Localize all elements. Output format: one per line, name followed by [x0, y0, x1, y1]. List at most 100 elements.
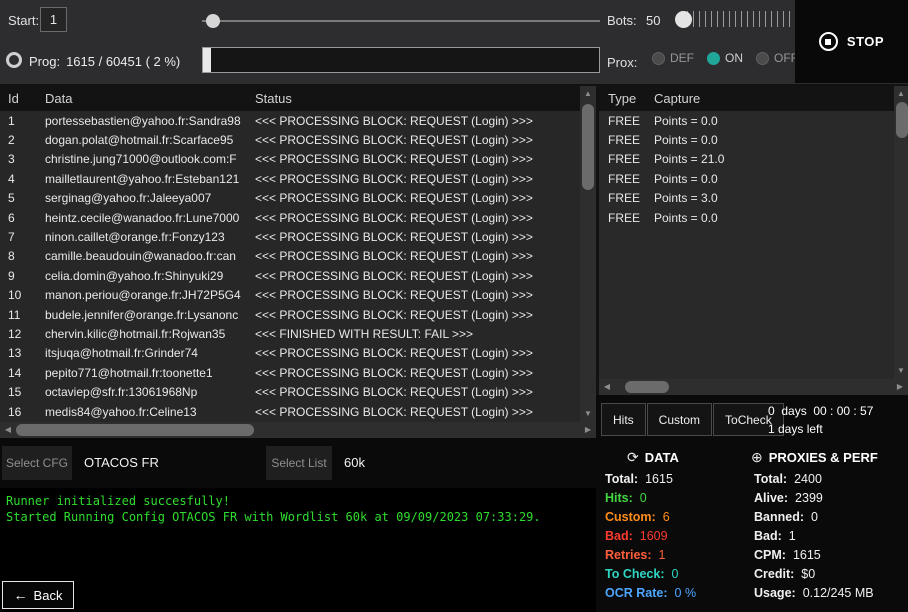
stop-button[interactable]: STOP [819, 32, 884, 51]
row-id: 8 [0, 249, 45, 263]
capture-row[interactable]: FREEPoints = 0.0 [599, 111, 894, 130]
scroll-right-icon[interactable]: ▶ [581, 422, 595, 438]
stat-value: 2399 [795, 489, 823, 508]
table-row[interactable]: 10manon.periou@orange.fr:JH72P5G4<<< PRO… [0, 286, 580, 305]
select-list-button[interactable]: Select List [266, 446, 332, 480]
table-row[interactable]: 7ninon.caillet@orange.fr:Fonzy123<<< PRO… [0, 227, 580, 246]
stat-label: Hits: [605, 489, 633, 508]
row-id: 5 [0, 191, 45, 205]
row-status: <<< PROCESSING BLOCK: REQUEST (Login) >>… [255, 114, 580, 128]
start-slider[interactable] [202, 12, 600, 30]
row-id: 10 [0, 288, 45, 302]
table-row[interactable]: 15octaviep@sfr.fr:13061968Np<<< PROCESSI… [0, 382, 580, 401]
stop-icon-square [825, 39, 831, 45]
start-input[interactable] [40, 7, 67, 32]
scrollbar-thumb[interactable] [896, 102, 908, 138]
progress-value: 1615 / 60451 ( 2 %) [66, 54, 180, 69]
capture-row[interactable]: FREEPoints = 0.0 [599, 130, 894, 149]
capture-row[interactable]: FREEPoints = 21.0 [599, 150, 894, 169]
capture-row[interactable]: FREEPoints = 0.0 [599, 208, 894, 227]
scroll-left-icon[interactable]: ◀ [600, 379, 614, 395]
back-button[interactable]: ← Back [2, 581, 74, 609]
scroll-down-icon[interactable]: ▼ [580, 407, 596, 421]
stat-row: Hits:0 [605, 489, 696, 508]
table-row[interactable]: 4mailletlaurent@yahoo.fr:Esteban121<<< P… [0, 169, 580, 188]
row-data: octaviep@sfr.fr:13061968Np [45, 385, 255, 399]
stop-panel: STOP [795, 0, 908, 83]
capture-vertical-scrollbar[interactable]: ▲ ▼ [894, 86, 908, 379]
column-header-status: Status [255, 91, 596, 106]
stat-label: Total: [605, 470, 638, 489]
console-body: Runner initialized succesfully!Started R… [6, 493, 590, 525]
table-row[interactable]: 5serginag@yahoo.fr:Jaleeya007<<< PROCESS… [0, 189, 580, 208]
row-data: dogan.polat@hotmail.fr:Scarface95 [45, 133, 255, 147]
tab-hits[interactable]: Hits [601, 403, 646, 436]
refresh-icon: ⟳ [627, 449, 639, 466]
row-status: <<< PROCESSING BLOCK: REQUEST (Login) >>… [255, 191, 580, 205]
back-button-label: Back [34, 588, 63, 603]
bots-slider-thumb[interactable] [675, 11, 692, 28]
scrollbar-thumb[interactable] [582, 104, 594, 190]
tab-custom[interactable]: Custom [647, 403, 712, 436]
stat-label: OCR Rate: [605, 584, 668, 603]
scrollbar-thumb[interactable] [625, 381, 669, 393]
stat-row: Banned:0 [754, 508, 874, 527]
stat-row: Bad:1609 [605, 527, 696, 546]
scroll-down-icon[interactable]: ▼ [894, 364, 908, 378]
table-row[interactable]: 1portessebastien@yahoo.fr:Sandra98<<< PR… [0, 111, 580, 130]
proxy-stats-header: ⊕ PROXIES & PERF [751, 449, 878, 466]
row-status: <<< PROCESSING BLOCK: REQUEST (Login) >>… [255, 308, 580, 322]
row-data: budele.jennifer@orange.fr:Lysanonc [45, 308, 255, 322]
stat-row: Retries:1 [605, 546, 696, 565]
stat-row: OCR Rate: 0 % [605, 584, 696, 603]
table-row[interactable]: 12chervin.kilic@hotmail.fr:Rojwan35<<< F… [0, 324, 580, 343]
row-data: medis84@yahoo.fr:Celine13 [45, 405, 255, 419]
row-data: pepito771@hotmail.fr:toonette1 [45, 366, 255, 380]
row-id: 16 [0, 405, 45, 419]
stat-label: CPM: [754, 546, 786, 565]
start-slider-track [202, 20, 600, 22]
row-type: FREE [599, 114, 646, 128]
stat-value: 0 % [675, 584, 697, 603]
table-row[interactable]: 2dogan.polat@hotmail.fr:Scarface95<<< PR… [0, 130, 580, 149]
results-vertical-scrollbar[interactable]: ▲ ▼ [580, 86, 596, 422]
table-row[interactable]: 13itsjuqa@hotmail.fr:Grinder74<<< PROCES… [0, 344, 580, 363]
bots-slider[interactable] [663, 7, 793, 33]
scroll-up-icon[interactable]: ▲ [894, 87, 908, 101]
scroll-right-icon[interactable]: ▶ [893, 379, 907, 395]
table-row[interactable]: 6heintz.cecile@wanadoo.fr:Lune7000<<< PR… [0, 208, 580, 227]
radio-dot [652, 52, 665, 65]
scroll-left-icon[interactable]: ◀ [1, 422, 15, 438]
stat-row: CPM:1615 [754, 546, 874, 565]
capture-row[interactable]: FREEPoints = 3.0 [599, 189, 894, 208]
proxy-radio-def[interactable]: DEF [652, 51, 694, 65]
scrollbar-thumb[interactable] [16, 424, 254, 436]
row-data: portessebastien@yahoo.fr:Sandra98 [45, 114, 255, 128]
start-label: Start: [8, 13, 39, 28]
scroll-up-icon[interactable]: ▲ [580, 87, 596, 101]
table-row[interactable]: 16medis84@yahoo.fr:Celine13<<< PROCESSIN… [0, 402, 580, 421]
capture-row[interactable]: FREEPoints = 0.0 [599, 169, 894, 188]
table-row[interactable]: 3christine.jung71000@outlook.com:F<<< PR… [0, 150, 580, 169]
select-cfg-button[interactable]: Select CFG [2, 446, 72, 480]
proxy-radio-on[interactable]: ON [707, 51, 743, 65]
table-row[interactable]: 11budele.jennifer@orange.fr:Lysanonc<<< … [0, 305, 580, 324]
capture-horizontal-scrollbar[interactable]: ◀ ▶ [599, 379, 908, 395]
row-status: <<< PROCESSING BLOCK: REQUEST (Login) >>… [255, 385, 580, 399]
column-header-capture: Capture [646, 91, 908, 106]
table-row[interactable]: 14pepito771@hotmail.fr:toonette1<<< PROC… [0, 363, 580, 382]
stat-value: 1609 [640, 527, 668, 546]
table-row[interactable]: 9celia.domin@yahoo.fr:Shinyuki29<<< PROC… [0, 266, 580, 285]
table-row[interactable]: 8camille.beaudouin@wanadoo.fr:can<<< PRO… [0, 247, 580, 266]
stat-value: $0 [801, 565, 815, 584]
stat-label: Total: [754, 470, 787, 489]
start-slider-thumb[interactable] [206, 14, 220, 28]
column-header-type: Type [599, 91, 646, 106]
proxy-stats-title: PROXIES & PERF [769, 450, 878, 465]
row-status: <<< PROCESSING BLOCK: REQUEST (Login) >>… [255, 249, 580, 263]
stat-value: 2400 [794, 470, 822, 489]
data-stats-header: ⟳ DATA [627, 449, 679, 466]
stop-button-label: STOP [847, 34, 884, 49]
proxy-radio-off[interactable]: OFF [756, 51, 798, 65]
results-horizontal-scrollbar[interactable]: ◀ ▶ [0, 422, 596, 438]
